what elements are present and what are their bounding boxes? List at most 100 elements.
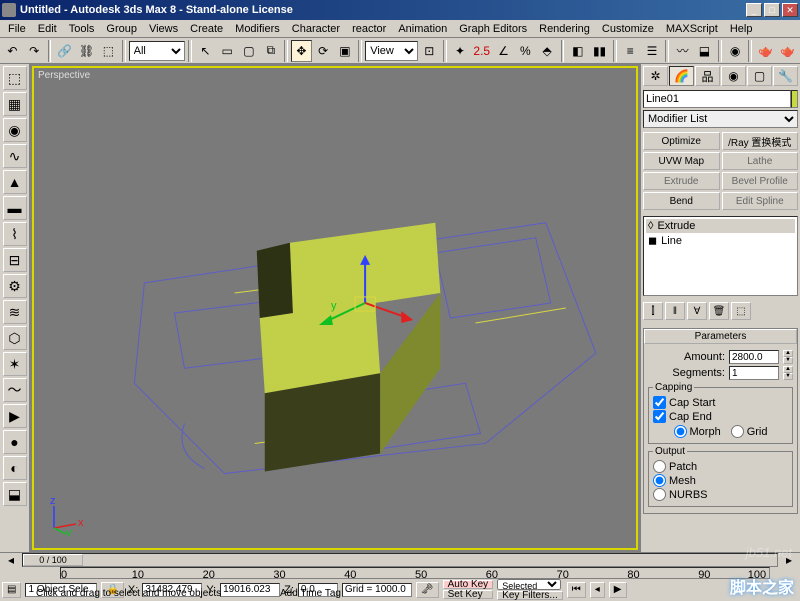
reactor-preview-icon[interactable]: ▶ [3,404,27,428]
selection-filter-dropdown[interactable]: All [129,41,185,61]
pivot-button[interactable]: ⊡ [419,40,440,62]
redo-button[interactable]: ↷ [24,40,45,62]
configure-sets-button[interactable]: ⬚ [731,302,751,320]
reactor-mesh-icon[interactable]: ▲ [3,170,27,194]
bevel-profile-button[interactable]: Bevel Profile [722,172,799,190]
menu-views[interactable]: Views [143,22,184,36]
autokey-button[interactable]: Auto Key [443,580,494,589]
snap-button[interactable]: 2.5 [471,40,492,62]
modifier-list-dropdown[interactable]: Modifier List [643,110,798,128]
reactor-create-icon[interactable]: ● [3,430,27,454]
vray-displace-button[interactable]: /Ray 置换模式 [722,132,799,150]
stack-item-line[interactable]: ◼Line [646,233,795,248]
prev-frame-button[interactable]: ◂ [590,582,605,598]
motion-tab[interactable]: ◉ [721,66,746,86]
lathe-button[interactable]: Lathe [722,152,799,170]
cap-start-checkbox[interactable] [653,396,666,409]
menu-tools[interactable]: Tools [63,22,101,36]
goto-start-button[interactable]: ⏮ [567,582,586,598]
menu-reactor[interactable]: reactor [346,22,392,36]
cap-end-checkbox[interactable] [653,410,666,423]
object-color-swatch[interactable] [791,90,798,108]
remove-mod-button[interactable]: 🗑 [709,302,729,320]
keyfilters-button[interactable]: Key Filters... [497,591,563,600]
select-button[interactable]: ↖ [195,40,216,62]
play-button[interactable]: ▶ [609,582,627,598]
stack-item-extrude[interactable]: ◊Extrude [646,219,795,233]
keymode-dropdown[interactable]: Selected [497,579,561,590]
modifier-stack[interactable]: ◊Extrude ◼Line [643,216,798,296]
reactor-toy-icon[interactable]: ⬡ [3,326,27,350]
refcoord-dropdown[interactable]: View [365,41,418,61]
manipulate-button[interactable]: ✦ [450,40,471,62]
menu-modifiers[interactable]: Modifiers [229,22,286,36]
spinner-snap-button[interactable]: ⬘ [537,40,558,62]
bend-button[interactable]: Bend [643,192,720,210]
menu-rendering[interactable]: Rendering [533,22,596,36]
amount-input[interactable] [729,350,779,364]
window-crossing-button[interactable]: ⧉ [260,40,281,62]
menu-help[interactable]: Help [724,22,759,36]
scale-button[interactable]: ▣ [335,40,356,62]
reactor-plane-icon[interactable]: ▬ [3,196,27,220]
layers-button[interactable]: ☰ [642,40,663,62]
bind-button[interactable]: ⬚ [98,40,119,62]
close-button[interactable]: ✕ [782,3,798,17]
patch-radio[interactable] [653,460,666,473]
material-button[interactable]: ◉ [725,40,746,62]
reactor-cloth-icon[interactable]: ▦ [3,92,27,116]
rotate-button[interactable]: ⟳ [313,40,334,62]
add-time-tag[interactable]: Add Time Tag [280,588,341,599]
reactor-rope-icon[interactable]: ∿ [3,144,27,168]
reactor-analyze-icon[interactable]: ◐ [3,456,27,480]
link-button[interactable]: 🔗 [54,40,75,62]
undo-button[interactable]: ↶ [2,40,23,62]
grid-radio[interactable] [731,425,744,438]
reactor-spring-icon[interactable]: ⌇ [3,222,27,246]
render-scene-button[interactable]: 🫖 [755,40,776,62]
curve-editor-button[interactable]: 〰 [672,40,693,62]
menu-grapheditors[interactable]: Graph Editors [453,22,533,36]
percent-snap-button[interactable]: % [515,40,536,62]
uvwmap-button[interactable]: UVW Map [643,152,720,170]
optimize-button[interactable]: Optimize [643,132,720,150]
time-next-icon[interactable]: ▸ [780,553,798,567]
extrude-button[interactable]: Extrude [643,172,720,190]
perspective-viewport[interactable]: Perspective [32,66,638,550]
y-input[interactable] [220,583,280,597]
make-unique-button[interactable]: ∀ [687,302,707,320]
menu-create[interactable]: Create [184,22,229,36]
reactor-soft-icon[interactable]: ◉ [3,118,27,142]
morph-radio[interactable] [674,425,687,438]
maximize-button[interactable]: □ [764,3,780,17]
schematic-button[interactable]: ⬓ [694,40,715,62]
angle-snap-button[interactable]: ∠ [493,40,514,62]
time-prev-icon[interactable]: ◂ [2,553,20,567]
quick-render-button[interactable]: 🫖 [777,40,798,62]
menu-animation[interactable]: Animation [392,22,453,36]
edit-spline-button[interactable]: Edit Spline [722,192,799,210]
select-name-button[interactable]: ▭ [217,40,238,62]
show-result-button[interactable]: ‖ [665,302,685,320]
display-tab[interactable]: ▢ [747,66,772,86]
menu-customize[interactable]: Customize [596,22,660,36]
setkey-button[interactable]: Set Key [443,590,494,599]
amount-spinner[interactable]: ▲▼ [783,350,793,364]
segments-spinner[interactable]: ▲▼ [783,366,793,380]
maxscript-mini-button[interactable]: ▤ [2,582,21,598]
menu-character[interactable]: Character [286,22,346,36]
pin-stack-button[interactable]: ⫿ [643,302,663,320]
select-rect-button[interactable]: ▢ [239,40,260,62]
segments-input[interactable] [729,366,779,380]
time-thumb[interactable]: 0 / 100 [23,554,83,566]
unlink-button[interactable]: ⛓ [76,40,97,62]
minimize-button[interactable]: _ [746,3,762,17]
named-sel-button[interactable]: ◧ [567,40,588,62]
nurbs-radio[interactable] [653,488,666,501]
modify-tab[interactable]: 🌈 [669,66,694,86]
time-ruler[interactable]: 0 10 20 30 40 50 60 70 80 90 100 [60,567,770,579]
menu-file[interactable]: File [2,22,32,36]
hierarchy-tab[interactable]: 品 [695,66,720,86]
reactor-water-icon[interactable]: 〜 [3,378,27,402]
reactor-motor-icon[interactable]: ⚙ [3,274,27,298]
